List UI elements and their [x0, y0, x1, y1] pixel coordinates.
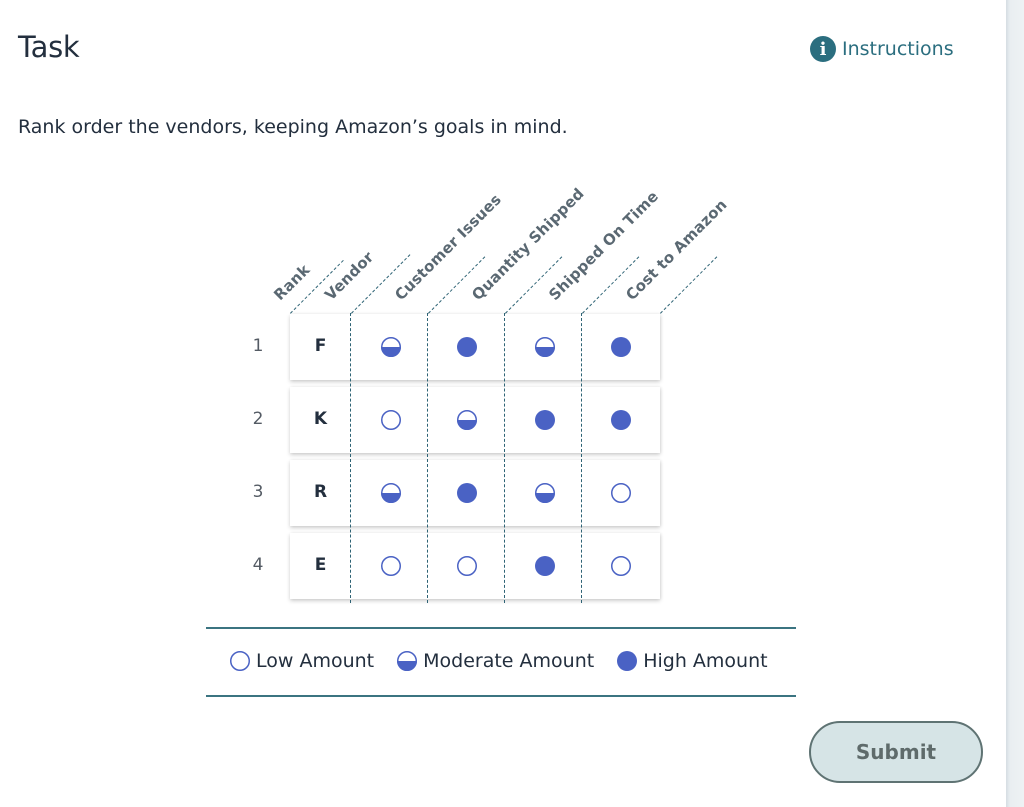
- header-rank: Rank: [270, 260, 314, 304]
- legend-label-low: Low Amount: [256, 650, 375, 672]
- moderate-amount-icon: [534, 336, 556, 358]
- page-title: Task: [18, 30, 80, 64]
- side-panel: [1006, 0, 1024, 807]
- vendor-name: K: [313, 409, 328, 429]
- submit-button[interactable]: Submit: [809, 721, 983, 783]
- vendor-name: F: [314, 336, 327, 356]
- rank-number: 3: [252, 482, 264, 502]
- high-amount-icon: [610, 409, 632, 431]
- vendor-row[interactable]: R: [290, 460, 660, 526]
- moderate-amount-icon: [380, 336, 402, 358]
- vendor-row[interactable]: E: [290, 533, 660, 599]
- low-amount-icon: [229, 650, 256, 672]
- moderate-amount-icon: [456, 409, 478, 431]
- legend: Low Amount Moderate Amount High Amount: [229, 650, 768, 672]
- legend-bottom-rule: [206, 695, 796, 697]
- rank-number: 1: [252, 336, 264, 356]
- legend-item-low: Low Amount: [229, 650, 374, 672]
- legend-item-moderate: Moderate Amount: [396, 650, 594, 672]
- low-amount-icon: [380, 409, 402, 431]
- legend-item-high: High Amount: [616, 650, 768, 672]
- low-amount-icon: [610, 482, 632, 504]
- column-divider: [427, 313, 428, 603]
- low-amount-icon: [380, 555, 402, 577]
- moderate-amount-icon: [396, 650, 423, 672]
- column-divider: [504, 313, 505, 603]
- task-prompt: Rank order the vendors, keeping Amazon’s…: [18, 116, 568, 138]
- vendor-row[interactable]: K: [290, 387, 660, 453]
- instructions-link[interactable]: i Instructions: [810, 36, 954, 62]
- column-divider: [350, 313, 351, 603]
- legend-label-moderate: Moderate Amount: [423, 650, 595, 672]
- rank-number: 2: [252, 409, 264, 429]
- high-amount-icon: [610, 336, 632, 358]
- vendor-name: R: [313, 482, 328, 502]
- info-icon: i: [810, 36, 836, 62]
- high-amount-icon: [534, 409, 556, 431]
- low-amount-icon: [456, 555, 478, 577]
- rank-number: 4: [252, 555, 264, 575]
- high-amount-icon: [534, 555, 556, 577]
- moderate-amount-icon: [534, 482, 556, 504]
- instructions-label: Instructions: [842, 38, 954, 60]
- low-amount-icon: [610, 555, 632, 577]
- column-divider: [581, 313, 582, 603]
- high-amount-icon: [456, 482, 478, 504]
- vendor-row[interactable]: F: [290, 314, 660, 380]
- vendor-name: E: [314, 555, 327, 575]
- moderate-amount-icon: [380, 482, 402, 504]
- legend-top-rule: [206, 627, 796, 629]
- high-amount-icon: [456, 336, 478, 358]
- legend-label-high: High Amount: [643, 650, 768, 672]
- high-amount-icon: [616, 650, 643, 672]
